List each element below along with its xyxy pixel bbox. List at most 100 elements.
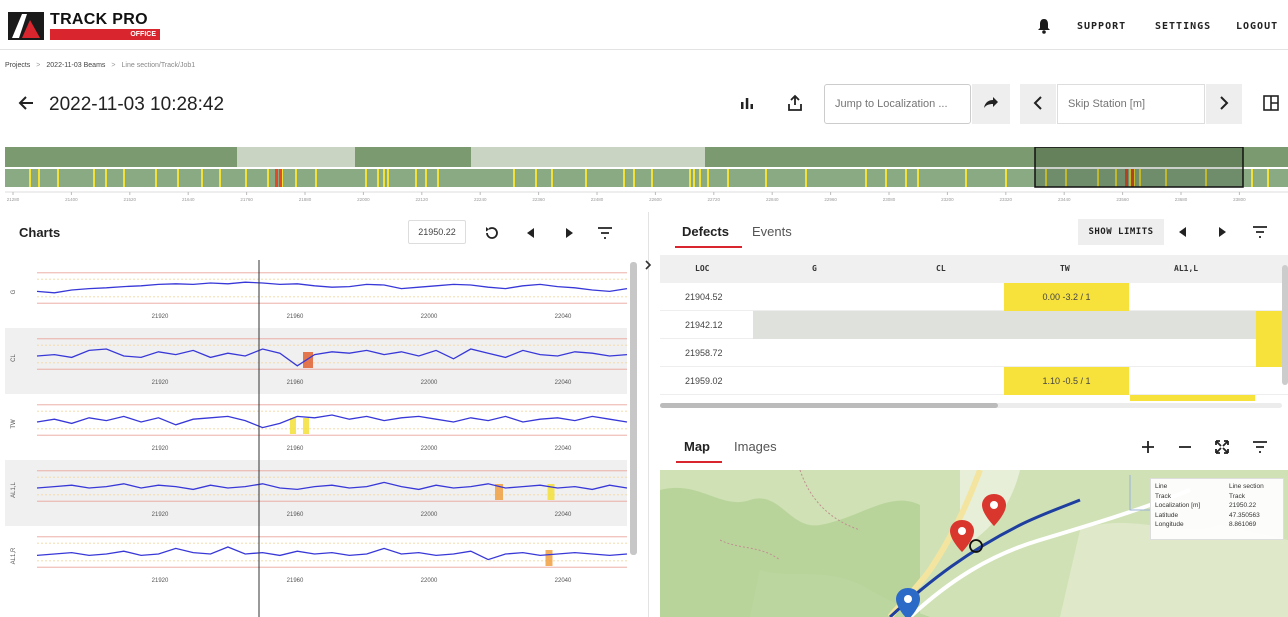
overview-defect-mark <box>551 169 553 187</box>
x-tick-label: 22000 <box>421 446 438 452</box>
table-vertical-scrollbar[interactable] <box>1282 265 1288 385</box>
tab-map[interactable]: Map <box>684 439 710 454</box>
overview-defect-mark <box>57 169 59 187</box>
overview-section <box>471 147 705 167</box>
x-tick-label: 21960 <box>287 512 304 518</box>
column-header-tw[interactable]: TW <box>1060 264 1070 273</box>
overview-defect-mark <box>425 169 427 187</box>
export-icon[interactable] <box>786 94 804 112</box>
channel-chart-2[interactable]: CL 21920 21960 22000 22040 <box>5 328 628 394</box>
split-layout-icon[interactable] <box>1262 94 1280 112</box>
channel-chart-4[interactable]: AL1,L 21920 21960 22000 22040 <box>5 460 628 526</box>
overview-tick-label: 22120 <box>416 197 429 202</box>
support-link[interactable]: SUPPORT <box>1077 21 1126 32</box>
channel-series-line <box>36 281 628 294</box>
arrow-forward-icon <box>984 96 998 108</box>
table-row[interactable]: 21904.52 0.00 -3.2 / 1 <box>660 283 1288 311</box>
overview-defect-mark <box>965 169 967 187</box>
bar-chart-icon[interactable] <box>738 94 756 112</box>
overview-tick-label: 21640 <box>182 197 195 202</box>
chevron-right-icon[interactable] <box>642 259 654 271</box>
defect-marker[interactable] <box>545 550 553 566</box>
x-tick-label: 22040 <box>555 380 572 386</box>
jump-to-localization-input[interactable] <box>824 84 971 124</box>
track-overview-strip[interactable]: 21280 21400 21520 21640 21760 21880 22000 22120… <box>5 147 1288 205</box>
cell-highlight-grey <box>753 311 1256 339</box>
overview-tick-label: 23080 <box>883 197 896 202</box>
x-tick-label: 21960 <box>287 314 304 320</box>
overview-defect-mark <box>383 169 385 187</box>
previous-defect-icon[interactable] <box>1174 223 1192 241</box>
track-pro-logo[interactable]: TRACK PRO OFFICE <box>8 10 160 42</box>
overview-defect-mark <box>365 169 367 187</box>
column-header-g[interactable]: G <box>812 264 817 273</box>
reset-icon[interactable] <box>483 224 501 242</box>
filter-icon[interactable] <box>596 224 614 242</box>
skip-next-button[interactable] <box>1206 84 1242 124</box>
defects-table: LOC G CL TW AL1,L 21904.52 0.00 -3.2 / 1… <box>660 255 1288 410</box>
defect-marker[interactable] <box>290 418 296 434</box>
cell-tw: 1.10 -0.5 / 1 <box>1004 367 1129 395</box>
overview-tick-label: 21400 <box>65 197 78 202</box>
skip-station-input[interactable] <box>1057 84 1205 124</box>
logo-subtitle: OFFICE <box>50 29 160 40</box>
table-row[interactable]: 21942.12 <box>660 311 1288 339</box>
overview-tick-label: 23680 <box>1175 197 1188 202</box>
settings-link[interactable]: SETTINGS <box>1155 21 1211 32</box>
logo-mark-icon <box>8 12 44 40</box>
next-defect-icon[interactable] <box>1213 223 1231 241</box>
previous-defect-icon[interactable] <box>522 224 540 242</box>
show-limits-button[interactable]: SHOW LIMITS <box>1078 219 1164 245</box>
next-defect-icon[interactable] <box>560 224 578 242</box>
channel-label: G <box>11 289 17 294</box>
map-info-box: Line Line section Track Track Localization… <box>1150 478 1284 540</box>
column-header-loc[interactable]: LOC <box>695 264 709 273</box>
current-localization[interactable]: 21950.22 <box>408 220 466 244</box>
overview-viewport-window[interactable] <box>1034 147 1244 188</box>
tab-images[interactable]: Images <box>734 439 777 454</box>
overview-ticks: 21280 21400 21520 21640 21760 21880 22000 22120… <box>7 192 1246 202</box>
skip-prev-button[interactable] <box>1020 84 1056 124</box>
table-row[interactable]: 21959.02 1.10 -0.5 / 1 <box>660 367 1288 395</box>
channel-chart-5[interactable]: AL1,R 21920 21960 22000 22040 <box>11 536 628 584</box>
column-header-cl[interactable]: CL <box>936 264 946 273</box>
fit-extent-icon[interactable] <box>1213 438 1231 456</box>
tab-defects[interactable]: Defects <box>682 224 729 239</box>
zoom-out-icon[interactable] <box>1176 438 1194 456</box>
arrow-back-icon[interactable] <box>16 93 36 113</box>
jump-go-button[interactable] <box>972 84 1010 124</box>
cell-loc: 21959.02 <box>685 376 723 386</box>
cell-highlight-yellow <box>1130 395 1255 401</box>
overview-defect-mark <box>267 169 269 187</box>
zoom-in-icon[interactable] <box>1139 438 1157 456</box>
overview-section <box>237 147 355 167</box>
breadcrumb-separator: > <box>36 62 41 69</box>
charts-scrollbar[interactable] <box>630 262 637 555</box>
overview-defect-mark <box>437 169 439 187</box>
info-value: Line section <box>1229 483 1264 490</box>
bell-icon[interactable] <box>1037 18 1051 34</box>
defect-marker[interactable] <box>303 418 309 434</box>
overview-defect-mark <box>865 169 867 187</box>
panel-divider[interactable] <box>648 212 649 617</box>
table-horizontal-scrollbar[interactable] <box>660 403 998 408</box>
channel-charts[interactable]: G 21920 21960 22000 22040 CL 21920 21960 22000 22… <box>5 260 638 617</box>
overview-tick-label: 22960 <box>824 197 837 202</box>
tab-events[interactable]: Events <box>752 224 792 239</box>
channel-label: CL <box>11 354 17 362</box>
breadcrumb-projects[interactable]: Projects <box>5 62 30 69</box>
column-header-al1l[interactable]: AL1,L <box>1174 264 1198 273</box>
channel-label: AL1,L <box>11 482 17 498</box>
overview-defect-mark <box>1267 169 1269 187</box>
overview-tick-label: 22240 <box>474 197 487 202</box>
defect-marker[interactable] <box>303 352 313 368</box>
table-row[interactable]: 21958.72 <box>660 339 1288 367</box>
filter-icon[interactable] <box>1251 438 1269 456</box>
logout-link[interactable]: LOGOUT <box>1236 21 1278 32</box>
channel-chart-1[interactable]: G 21920 21960 22000 22040 <box>11 272 628 320</box>
x-tick-label: 22000 <box>421 578 438 584</box>
overview-tick-label: 21880 <box>299 197 312 202</box>
channel-chart-3[interactable]: TW 21920 21960 22000 22040 <box>11 404 628 452</box>
filter-icon[interactable] <box>1251 223 1269 241</box>
breadcrumb-project[interactable]: 2022-11-03 Beams <box>46 62 105 69</box>
